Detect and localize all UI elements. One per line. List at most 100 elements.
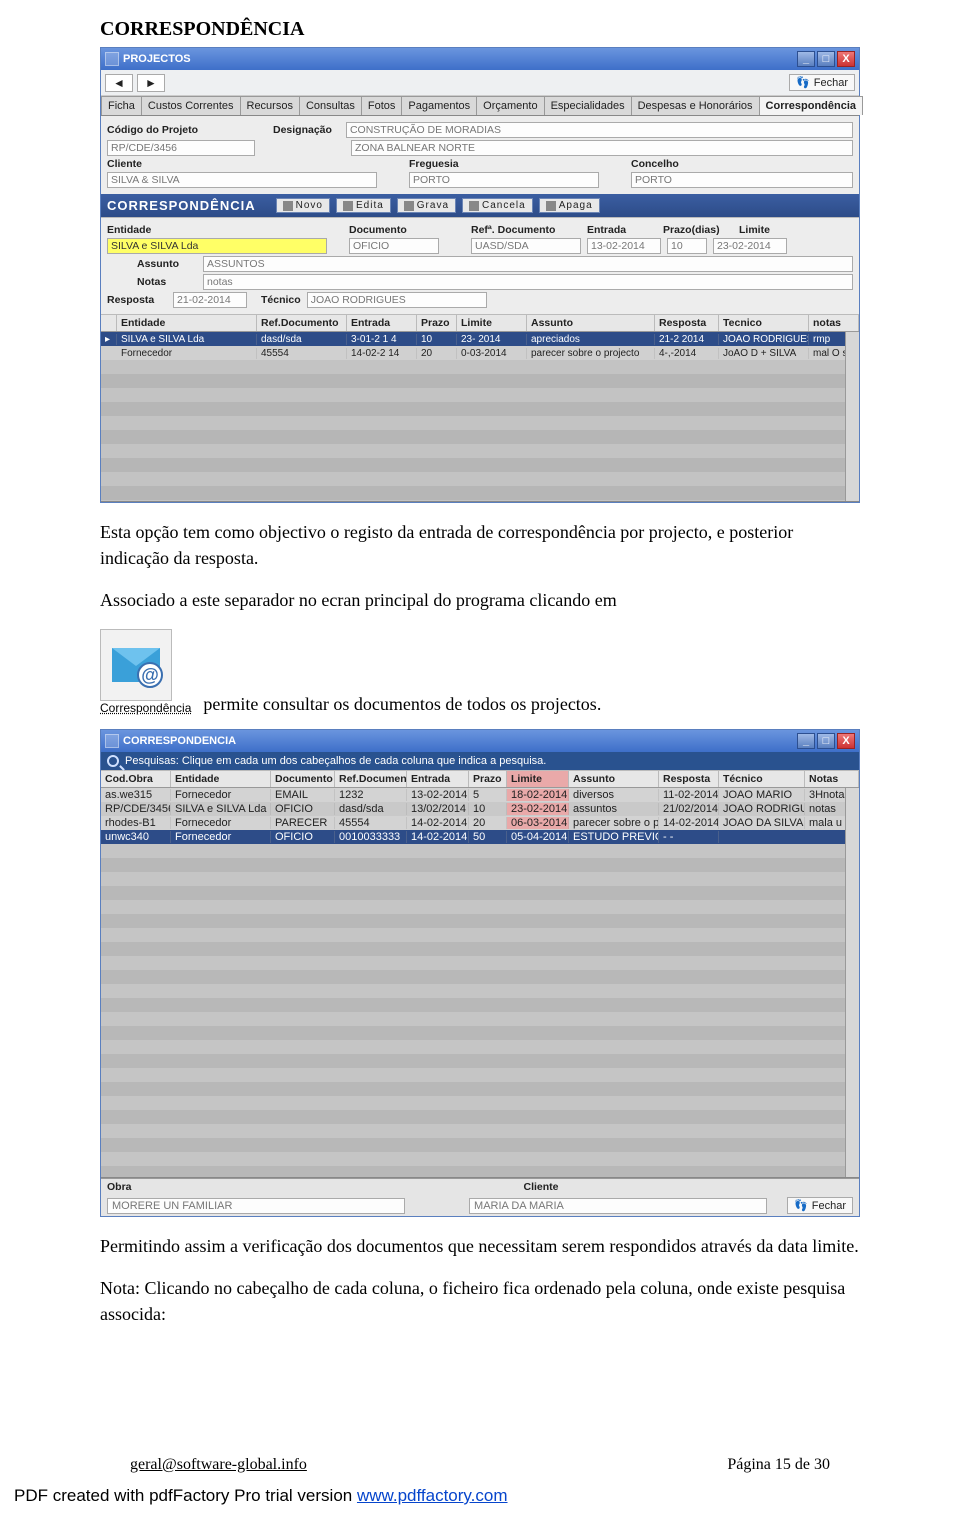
assunto-field[interactable]: ASSUNTOS	[203, 256, 853, 272]
tab-consultas[interactable]: Consultas	[299, 96, 362, 115]
edit-icon	[343, 201, 353, 211]
codigo-field[interactable]: RP/CDE/3456	[107, 140, 255, 156]
nav-toolbar: ◄ ► 👣 Fechar	[101, 70, 859, 96]
fechar-label: Fechar	[814, 77, 848, 89]
codigo-label: Código do Projeto	[107, 124, 217, 136]
cliente-field[interactable]: MARIA DA MARIA	[469, 1198, 767, 1214]
cliente-field[interactable]: SILVA & SILVA	[107, 172, 377, 188]
vertical-scrollbar[interactable]	[845, 788, 859, 1177]
at-icon: @	[137, 662, 163, 688]
tab-ficha[interactable]: Ficha	[101, 96, 142, 115]
tecnico-field[interactable]: JOAO RODRIGUES	[307, 292, 487, 308]
entrada-label: Entrada	[587, 224, 657, 236]
nav-prev-button[interactable]: ◄	[105, 74, 133, 92]
tab-especialidades[interactable]: Especialidades	[544, 96, 632, 115]
cancela-button[interactable]: Cancela	[462, 198, 533, 213]
entrada-field[interactable]: 13-02-2014	[587, 238, 661, 254]
resposta-field[interactable]: 21-02-2014	[173, 292, 247, 308]
tab-recursos[interactable]: Recursos	[240, 96, 300, 115]
grid1-header[interactable]: Entidade Ref.Documento Entrada Prazo Lim…	[101, 314, 859, 332]
prazo-field[interactable]: 10	[667, 238, 707, 254]
tab-correspondencia[interactable]: Correspondência	[759, 96, 863, 115]
paragraph: Permitindo assim a verificação dos docum…	[100, 1233, 860, 1259]
table-row[interactable]: rhodes-B1 Fornecedor PARECER 45554 14-02…	[101, 816, 859, 830]
designacao-field[interactable]: CONSTRUÇÃO DE MORADIAS	[346, 122, 853, 138]
documento-field[interactable]: OFICIO	[349, 238, 439, 254]
correspondencia-list-window: CORRESPONDENCIA _ □ X Pesquisas: Clique …	[100, 729, 860, 1217]
search-hint-bar: Pesquisas: Clique em cada um dos cabeçal…	[101, 752, 859, 770]
footer-page: Página 15 de 30	[727, 1456, 830, 1474]
minimize-button[interactable]: _	[797, 733, 815, 749]
cliente-label: Cliente	[524, 1181, 559, 1193]
cliente-label: Cliente	[107, 158, 167, 170]
resposta-label: Resposta	[107, 294, 167, 306]
search-icon	[107, 755, 119, 767]
paragraph: Nota: Clicando no cabeçalho de cada colu…	[100, 1275, 860, 1327]
concelho-field[interactable]: PORTO	[631, 172, 853, 188]
paragraph-continuation: permite consultar os documentos de todos…	[203, 694, 601, 719]
band-title: CORRESPONDÊNCIA	[107, 198, 256, 213]
freguesia-field[interactable]: PORTO	[409, 172, 599, 188]
assunto-label: Assunto	[137, 258, 197, 270]
apaga-button[interactable]: Apaga	[539, 198, 600, 213]
pdf-watermark: PDF created with pdfFactory Pro trial ve…	[14, 1486, 960, 1506]
entidade-field[interactable]: SILVA e SILVA Lda	[107, 238, 327, 254]
minimize-button[interactable]: _	[797, 51, 815, 67]
save-icon	[404, 201, 414, 211]
section-band: CORRESPONDÊNCIA Novo Edita Grava Cancela…	[101, 194, 859, 217]
new-icon	[283, 201, 293, 211]
edita-button[interactable]: Edita	[336, 198, 391, 213]
entidade-label: Entidade	[107, 224, 167, 236]
exit-icon: 👣	[794, 1199, 808, 1212]
maximize-button[interactable]: □	[817, 51, 835, 67]
concelho-label: Concelho	[631, 158, 679, 170]
obra-field[interactable]: MORERE UN FAMILIAR	[107, 1198, 405, 1214]
ref-field[interactable]: UASD/SDA	[471, 238, 581, 254]
grid2-header[interactable]: Cod.Obra Entidade Documento Ref.Documen …	[101, 770, 859, 788]
freguesia-label: Freguesia	[409, 158, 489, 170]
grava-button[interactable]: Grava	[397, 198, 456, 213]
maximize-button[interactable]: □	[817, 733, 835, 749]
delete-icon	[546, 201, 556, 211]
novo-button[interactable]: Novo	[276, 198, 330, 213]
vertical-scrollbar[interactable]	[845, 332, 859, 501]
tab-pagamentos[interactable]: Pagamentos	[401, 96, 477, 115]
tab-orcamento[interactable]: Orçamento	[476, 96, 544, 115]
grid2[interactable]: as.we315 Fornecedor EMAIL 1232 13-02-201…	[101, 788, 859, 1178]
pdffactory-link[interactable]: www.pdffactory.com	[357, 1486, 508, 1505]
table-row[interactable]: unwc340 Fornecedor OFICIO 0010033333 14-…	[101, 830, 859, 844]
limite-field[interactable]: 23-02-2014	[713, 238, 787, 254]
designacao-label: Designação	[273, 124, 332, 136]
notas-label: Notas	[137, 276, 197, 288]
table-row[interactable]: RP/CDE/3456 SILVA e SILVA Lda OFICIO das…	[101, 802, 859, 816]
tab-despesas[interactable]: Despesas e Honorários	[631, 96, 760, 115]
nav-next-button[interactable]: ►	[137, 74, 165, 92]
grid2-footer: Obra Cliente	[101, 1178, 859, 1195]
footer-email[interactable]: geral@software-global.info	[130, 1456, 307, 1474]
window-title: CORRESPONDENCIA	[123, 735, 236, 747]
close-button[interactable]: X	[837, 51, 855, 67]
limite-label: Limite	[739, 224, 770, 236]
correspondencia-shortcut-icon[interactable]: @	[100, 629, 172, 701]
fechar-button[interactable]: 👣 Fechar	[787, 1197, 853, 1214]
notas-field[interactable]: notas	[203, 274, 853, 290]
fechar-button[interactable]: 👣 Fechar	[789, 74, 855, 91]
tab-fotos[interactable]: Fotos	[361, 96, 403, 115]
tecnico-label: Técnico	[261, 294, 301, 306]
close-button[interactable]: X	[837, 733, 855, 749]
documento-label: Documento	[349, 224, 429, 236]
window-titlebar[interactable]: CORRESPONDENCIA _ □ X	[101, 730, 859, 752]
tab-strip: Ficha Custos Correntes Recursos Consulta…	[101, 96, 859, 116]
zona-field[interactable]: ZONA BALNEAR NORTE	[351, 140, 853, 156]
page-title: CORRESPONDÊNCIA	[100, 18, 860, 41]
exit-icon: 👣	[796, 76, 810, 89]
table-row[interactable]: as.we315 Fornecedor EMAIL 1232 13-02-201…	[101, 788, 859, 802]
ref-label: Refª. Documento	[471, 224, 581, 236]
paragraph: Esta opção tem como objectivo o registo …	[100, 519, 860, 571]
table-row[interactable]: Fornecedor 45554 14-02-2 14 20 0-03-2014…	[101, 346, 859, 360]
window-titlebar[interactable]: PROJECTOS _ □ X	[101, 48, 859, 70]
app-icon	[105, 734, 119, 748]
tab-custos[interactable]: Custos Correntes	[141, 96, 241, 115]
grid1[interactable]: ▸ SILVA e SILVA Lda dasd/sda 3-01-2 1 4 …	[101, 332, 859, 502]
table-row[interactable]: ▸ SILVA e SILVA Lda dasd/sda 3-01-2 1 4 …	[101, 332, 859, 346]
